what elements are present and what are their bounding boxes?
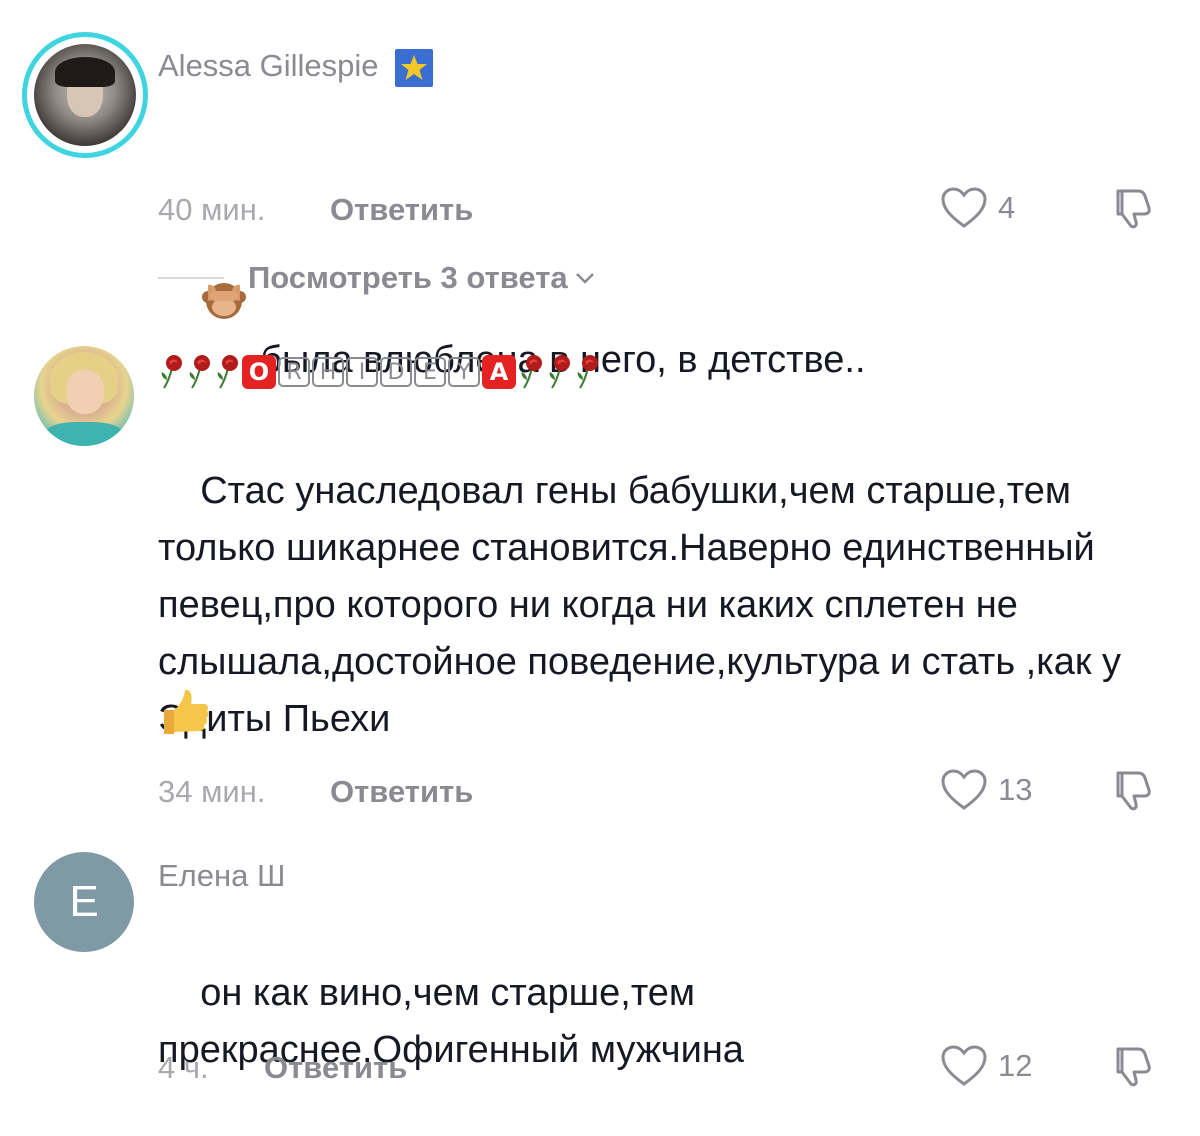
- avatar[interactable]: [22, 32, 148, 158]
- chevron-down-icon: [575, 273, 594, 284]
- dislike-icon: [1108, 186, 1156, 230]
- username-letter: O: [242, 355, 276, 389]
- rose-icon: [574, 354, 602, 390]
- like-button[interactable]: 4: [940, 186, 1015, 230]
- reply-button[interactable]: Ответить: [330, 192, 473, 228]
- heart-icon: [940, 186, 988, 230]
- username-letter: R: [278, 357, 310, 387]
- rose-icon: [186, 354, 214, 390]
- avatar[interactable]: [34, 346, 134, 446]
- username-letter: E: [414, 357, 446, 387]
- avatar[interactable]: Е: [34, 852, 134, 952]
- star-badge-icon: [395, 48, 434, 87]
- avatar-letter: Е: [69, 877, 99, 926]
- username-letter: Y: [448, 357, 480, 387]
- heart-icon: [940, 1044, 988, 1088]
- dislike-button[interactable]: [1108, 186, 1156, 235]
- rose-icon: [518, 354, 546, 390]
- heart-icon: [940, 768, 988, 812]
- dislike-button[interactable]: [1108, 1044, 1156, 1093]
- dislike-icon: [1108, 768, 1156, 812]
- rose-icon: [158, 354, 186, 390]
- username[interactable]: O R H I D E Y A: [158, 354, 602, 390]
- username-letter: A: [482, 355, 516, 389]
- username[interactable]: Alessa Gillespie: [158, 48, 434, 87]
- thumbs-up-emoji: [158, 686, 210, 738]
- dislike-icon: [1108, 1044, 1156, 1088]
- like-count: 12: [998, 1048, 1033, 1083]
- like-button[interactable]: 13: [940, 768, 1032, 812]
- dislike-button[interactable]: [1108, 768, 1156, 817]
- username-letter: I: [346, 357, 378, 387]
- view-replies-button[interactable]: Посмотреть 3 ответа: [158, 260, 596, 296]
- divider: [158, 277, 224, 279]
- rose-icon: [546, 354, 574, 390]
- view-replies-label: Посмотреть 3 ответа: [248, 260, 568, 295]
- username-letter: D: [380, 357, 412, 387]
- comment-text: Стас унаследовал гены бабушки,чем старше…: [158, 470, 1132, 740]
- timestamp: 34 мин.: [158, 774, 266, 809]
- rose-icon: [214, 354, 242, 390]
- comment-text: он как вино,чем старше,тем прекраснее.Оф…: [158, 972, 744, 1071]
- username[interactable]: Елена Ш: [158, 858, 285, 894]
- like-button[interactable]: 12: [940, 1044, 1032, 1088]
- username-letter: H: [312, 357, 344, 387]
- like-count: 4: [998, 190, 1016, 225]
- like-count: 13: [998, 772, 1033, 807]
- timestamp: 40 мин.: [158, 192, 266, 227]
- reply-button[interactable]: Ответить: [330, 774, 473, 810]
